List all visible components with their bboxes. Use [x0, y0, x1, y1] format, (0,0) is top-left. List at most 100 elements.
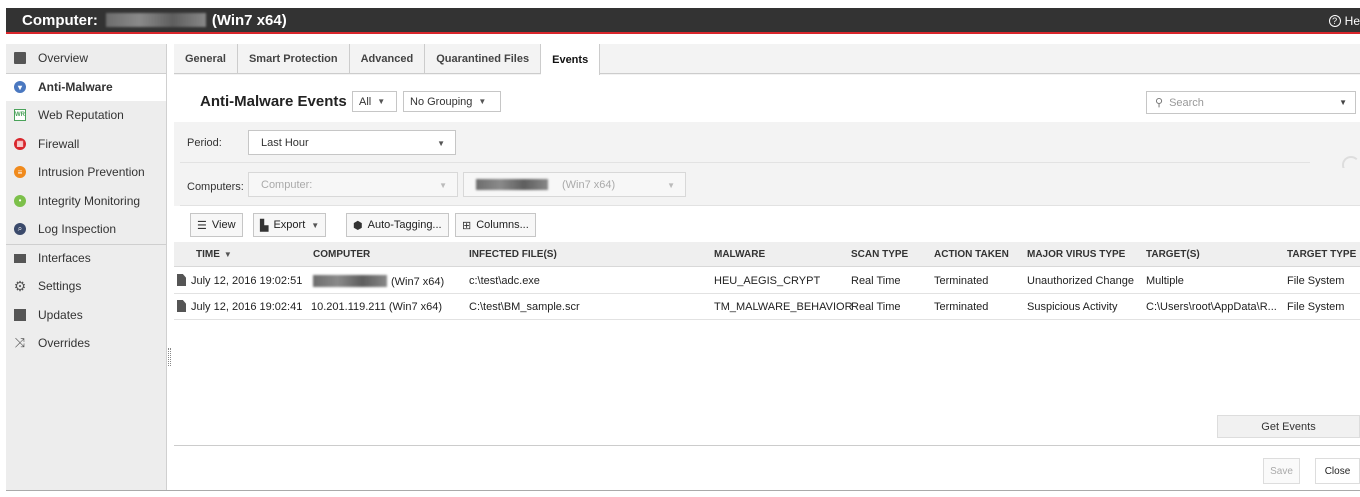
computer-select-dropdown[interactable]: (Win7 x64) ▼: [463, 172, 686, 197]
interfaces-icon: [14, 253, 26, 263]
tab-bar: General Smart Protection Advanced Quaran…: [174, 44, 1360, 75]
sidebar-item-label: Settings: [38, 279, 82, 294]
search-placeholder: Search: [1169, 96, 1204, 109]
sidebar-item-intrusion-prevention[interactable]: ≡ Intrusion Prevention: [6, 158, 166, 187]
sidebar-item-firewall[interactable]: ▦ Firewall: [6, 130, 166, 159]
main-panel: General Smart Protection Advanced Quaran…: [174, 44, 1360, 490]
period-filter-row: Period: Last Hour ▼: [174, 124, 1360, 161]
sidebar-item-updates[interactable]: Updates: [6, 301, 166, 330]
table-header: TIME ▼ COMPUTER INFECTED FILE(S) MALWARE …: [174, 242, 1360, 267]
sidebar-item-interfaces[interactable]: Interfaces: [6, 243, 166, 273]
computers-label: Computers:: [187, 181, 244, 193]
window-bottom-border: [6, 490, 1360, 491]
chevron-down-icon: ▼: [478, 97, 487, 106]
table-row[interactable]: July 12, 2016 19:02:41 10.201.119.211 (W…: [174, 294, 1360, 320]
tab-quarantined-files[interactable]: Quarantined Files: [425, 44, 542, 74]
help-link[interactable]: ? He: [1328, 8, 1360, 34]
tab-general[interactable]: General: [174, 44, 238, 74]
computers-type-dropdown[interactable]: Computer: ▼: [248, 172, 458, 197]
window-title-suffix: (Win7 x64): [211, 11, 287, 29]
column-header-scan-type[interactable]: SCAN TYPE: [851, 249, 908, 260]
close-button[interactable]: Close: [1315, 458, 1360, 484]
column-header-action-taken[interactable]: ACTION TAKEN: [934, 249, 1009, 260]
columns-button[interactable]: ⊞ Columns...: [455, 213, 536, 237]
period-value: Last Hour: [261, 136, 309, 149]
events-table: TIME ▼ COMPUTER INFECTED FILE(S) MALWARE …: [174, 242, 1360, 446]
page-title: Anti-Malware Events: [200, 93, 347, 110]
auto-tagging-button[interactable]: ⬢ Auto-Tagging...: [346, 213, 449, 237]
view-icon: ☰: [197, 219, 207, 232]
cell-action-taken: Terminated: [934, 275, 989, 287]
grouping-dropdown[interactable]: No Grouping ▼: [403, 91, 501, 112]
save-button[interactable]: Save: [1263, 458, 1300, 484]
cell-time: July 12, 2016 19:02:41: [191, 301, 303, 313]
document-icon: [177, 274, 186, 286]
redacted-hostname: [313, 275, 387, 287]
sidebar-item-integrity-monitoring[interactable]: • Integrity Monitoring: [6, 187, 166, 216]
tab-events[interactable]: Events: [541, 44, 601, 75]
cell-malware: HEU_AEGIS_CRYPT: [714, 275, 821, 287]
help-icon: ?: [1328, 15, 1341, 27]
view-button[interactable]: ☰ View: [190, 213, 243, 237]
sidebar-item-log-inspection[interactable]: ⌕ Log Inspection: [6, 215, 166, 244]
sidebar-item-label: Firewall: [38, 136, 80, 151]
overview-icon: [14, 52, 26, 65]
cell-malware: TM_MALWARE_BEHAVIOR: [714, 301, 853, 313]
sidebar-item-label: Overview: [38, 51, 89, 66]
column-header-major-virus-type[interactable]: MAJOR VIRUS TYPE: [1027, 249, 1125, 260]
dialog-footer: Save Close: [174, 446, 1360, 490]
window-titlebar: Computer: (Win7 x64) ? He: [0, 0, 1360, 40]
computer-select-value: (Win7 x64): [562, 178, 616, 191]
cell-time: July 12, 2016 19:02:51: [191, 275, 303, 287]
tab-smart-protection[interactable]: Smart Protection: [238, 44, 350, 74]
cell-computer: (Win7 x64): [313, 275, 444, 288]
sidebar: Overview ▾ Anti-Malware WR Web Reputatio…: [6, 44, 167, 490]
search-input[interactable]: ⚲ Search ▼: [1146, 91, 1356, 114]
column-header-target-type[interactable]: TARGET TYPE: [1287, 249, 1356, 260]
cell-major-virus-type: Unauthorized Change: [1027, 275, 1135, 287]
column-header-time[interactable]: TIME ▼: [196, 249, 232, 260]
get-events-button[interactable]: Get Events: [1217, 415, 1360, 438]
chevron-down-icon: ▼: [311, 220, 320, 230]
sidebar-item-overrides[interactable]: ⤨ Overrides: [6, 329, 166, 358]
period-label: Period:: [187, 137, 222, 149]
column-header-targets[interactable]: TARGET(S): [1146, 249, 1200, 260]
sidebar-item-settings[interactable]: ⚙ Settings: [6, 272, 166, 301]
chevron-down-icon[interactable]: ▼: [1339, 98, 1347, 107]
auto-tagging-label: Auto-Tagging...: [367, 219, 442, 231]
log-inspection-icon: ⌕: [14, 223, 26, 236]
view-label: View: [211, 219, 236, 231]
export-button[interactable]: ▙ Export ▼: [253, 213, 327, 237]
sidebar-item-anti-malware[interactable]: ▾ Anti-Malware: [6, 72, 166, 101]
integrity-monitoring-icon: •: [14, 194, 26, 207]
updates-icon: [14, 308, 26, 321]
events-toolbar: ☰ View ▙ Export ▼ ⬢ Auto-Tagging... ⊞ Co…: [174, 206, 1360, 242]
gear-icon: ⚙: [13, 277, 27, 294]
intrusion-prevention-icon: ≡: [14, 166, 26, 179]
document-icon: [177, 300, 186, 312]
window-title-prefix: Computer:: [22, 11, 98, 29]
cell-computer-text: (Win7 x64): [391, 276, 445, 288]
chevron-down-icon: ▼: [667, 181, 675, 190]
export-label: Export: [273, 219, 306, 231]
table-row[interactable]: July 12, 2016 19:02:51 (Win7 x64) c:\tes…: [174, 268, 1360, 294]
sidebar-item-label: Overrides: [38, 336, 91, 351]
sidebar-item-web-reputation[interactable]: WR Web Reputation: [6, 101, 166, 130]
column-header-label: TIME: [196, 249, 220, 260]
sidebar-item-overview[interactable]: Overview: [6, 44, 166, 73]
sidebar-resize-handle[interactable]: [168, 348, 171, 366]
sidebar-item-label: Web Reputation: [38, 108, 124, 123]
tab-advanced[interactable]: Advanced: [350, 44, 426, 74]
column-header-infected-files[interactable]: INFECTED FILE(S): [469, 249, 557, 260]
events-header: Anti-Malware Events All ▼ No Grouping ▼ …: [174, 75, 1360, 122]
event-filter-dropdown[interactable]: All ▼: [352, 91, 397, 112]
web-reputation-icon: WR: [14, 109, 26, 122]
redacted-hostname: [105, 13, 206, 27]
cell-targets: Multiple: [1146, 275, 1184, 287]
computers-type-value: Computer:: [261, 178, 313, 191]
column-header-computer[interactable]: COMPUTER: [313, 249, 370, 260]
period-dropdown[interactable]: Last Hour ▼: [248, 130, 456, 155]
cell-infected-file: C:\test\BM_sample.scr: [469, 301, 580, 313]
cell-target-type: File System: [1287, 301, 1345, 313]
column-header-malware[interactable]: MALWARE: [714, 249, 765, 260]
